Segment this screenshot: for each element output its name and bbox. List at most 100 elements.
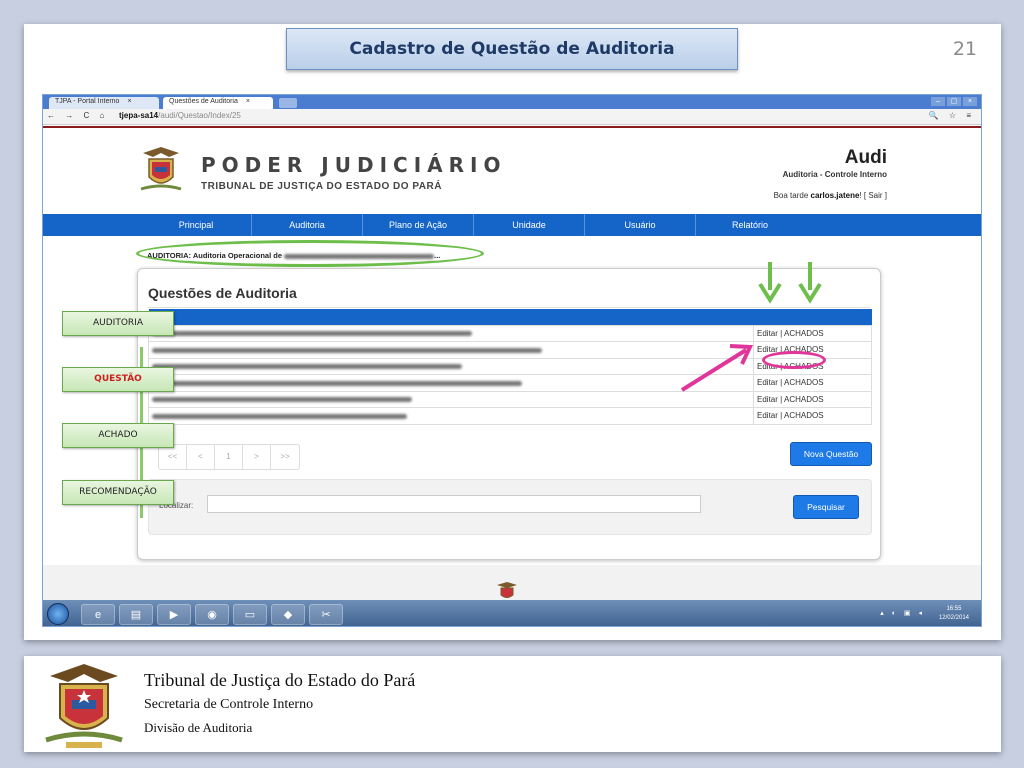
pagination: << < 1 > >>: [158, 444, 300, 470]
user-name: carlos.jatene: [810, 191, 860, 200]
ie-icon[interactable]: e: [81, 604, 115, 625]
step-recomendacao: RECOMENDAÇÃO: [62, 480, 174, 505]
redacted-text: [152, 331, 472, 337]
new-tab-button[interactable]: [279, 98, 297, 108]
menu-item-usuario[interactable]: Usuário: [585, 214, 696, 236]
pointer-arrow-icon: [680, 344, 754, 392]
table-row: Editar | ACHADOS: [148, 390, 872, 408]
tab-bar: TJPA - Portal Interno × Questões de Audit…: [43, 95, 981, 109]
search-input[interactable]: [207, 495, 701, 513]
table-header-cell: [148, 309, 754, 325]
tab-label: Questões de Auditoria: [169, 98, 238, 105]
page-prev-button[interactable]: <: [187, 445, 215, 469]
question-text: [148, 374, 754, 392]
minimize-button[interactable]: –: [931, 97, 945, 106]
table-row: Editar | ACHADOS: [148, 324, 872, 342]
question-text: [148, 324, 754, 342]
redacted-text: [152, 380, 522, 386]
redacted-text: [152, 364, 462, 370]
org-subtitle: TRIBUNAL DE JUSTIÇA DO ESTADO DO PARÁ: [201, 181, 442, 192]
question-text: [148, 390, 754, 408]
address-bar: ← → C ⌂ tjepa-sa14/audi/Questao/Index/25…: [43, 109, 981, 125]
question-text: [148, 357, 754, 375]
highlight-oval-edit: [762, 351, 826, 369]
step-questao: QUESTÃO: [62, 367, 174, 392]
table-row: Editar | ACHADOS: [148, 374, 872, 392]
row-actions[interactable]: Editar | ACHADOS: [753, 374, 872, 392]
banner-court-name: Tribunal de Justiça do Estado do Pará: [144, 670, 416, 690]
row-actions[interactable]: Editar | ACHADOS: [753, 407, 872, 425]
clock-date: 12/02/2014: [938, 615, 969, 621]
close-icon[interactable]: ×: [127, 98, 131, 105]
questions-table: Editar | ACHADOS Editar | ACHADOS Editar…: [148, 309, 872, 425]
logout-link[interactable]: ! [ Sair ]: [859, 191, 887, 200]
question-text: [148, 341, 754, 359]
question-text: [148, 407, 754, 425]
main-menu: Principal Auditoria Plano de Ação Unidad…: [43, 214, 981, 236]
folder-icon[interactable]: ▭: [233, 604, 267, 625]
user-greeting: Boa tarde carlos.jatene! [ Sair ]: [774, 191, 887, 200]
browser-tools[interactable]: 🔍 ☆ ≡: [929, 111, 975, 120]
org-title: PODER JUDICIÁRIO: [201, 153, 507, 177]
table-row: Editar | ACHADOS: [148, 407, 872, 425]
tab-portal[interactable]: TJPA - Portal Interno ×: [49, 97, 159, 109]
new-question-button[interactable]: Nova Questão: [790, 442, 872, 466]
crest-icon: [140, 147, 182, 191]
row-actions[interactable]: Editar | ACHADOS: [753, 324, 872, 342]
table-row: Editar | ACHADOS: [148, 341, 872, 359]
redacted-text: [152, 347, 542, 353]
search-area: Localizar: Pesquisar: [148, 479, 872, 535]
page-next-button[interactable]: >: [243, 445, 271, 469]
banner-department: Secretaria de Controle Interno: [144, 697, 314, 712]
table-header: [148, 309, 872, 325]
start-button[interactable]: [47, 603, 69, 625]
table-header-cell: [753, 309, 872, 325]
page-first-button[interactable]: <<: [159, 445, 187, 469]
window-controls: – ▢ ×: [929, 97, 977, 106]
slide-title: Cadastro de Questão de Auditoria: [286, 28, 738, 70]
slide-number: 21: [952, 38, 977, 60]
url-path: /audi/Questao/Index/25: [158, 111, 241, 120]
questions-panel: Questões de Auditoria Editar | ACHADOS E…: [137, 268, 881, 560]
nav-buttons[interactable]: ← → C ⌂: [47, 111, 108, 120]
greeting-text: Boa tarde: [773, 191, 811, 200]
media-player-icon[interactable]: ▶: [157, 604, 191, 625]
tab-label: TJPA - Portal Interno: [55, 98, 120, 105]
menu-item-unidade[interactable]: Unidade: [474, 214, 585, 236]
app-icon[interactable]: ◆: [271, 604, 305, 625]
search-button[interactable]: Pesquisar: [793, 495, 859, 519]
footer-banner: Tribunal de Justiça do Estado do Pará Se…: [24, 656, 1001, 752]
chrome-icon[interactable]: ◉: [195, 604, 229, 625]
menu-item-plano[interactable]: Plano de Ação: [363, 214, 474, 236]
app-description: Auditoria - Controle Interno: [782, 170, 887, 179]
close-window-button[interactable]: ×: [963, 97, 977, 106]
system-tray[interactable]: ▴ ◐ ▣ ◂: [880, 609, 925, 617]
panel-title: Questões de Auditoria: [148, 285, 297, 301]
os-taskbar: e ▤ ▶ ◉ ▭ ◆ ✂ ▴ ◐ ▣ ◂ 16:55 12/02/2014: [43, 600, 981, 626]
page-number[interactable]: 1: [215, 445, 243, 469]
maximize-button[interactable]: ▢: [947, 97, 961, 106]
tjpa-crest-icon: [45, 664, 123, 748]
app-name: Audi: [844, 147, 887, 168]
taskbar-clock[interactable]: 16:55 12/02/2014: [939, 605, 969, 623]
redacted-text: [152, 413, 407, 419]
header-divider: [43, 126, 981, 128]
step-achado: ACHADO: [62, 423, 174, 448]
browser-window: TJPA - Portal Interno × Questões de Audit…: [42, 94, 982, 627]
down-arrows-icon: [758, 262, 822, 304]
redacted-text: [152, 397, 412, 403]
url-field[interactable]: tjepa-sa14/audi/Questao/Index/25: [119, 111, 241, 120]
row-actions[interactable]: Editar | ACHADOS: [753, 390, 872, 408]
explorer-icon[interactable]: ▤: [119, 604, 153, 625]
page-last-button[interactable]: >>: [271, 445, 299, 469]
tab-questoes[interactable]: Questões de Auditoria ×: [163, 97, 273, 109]
menu-item-relatorio[interactable]: Relatório: [696, 214, 807, 236]
slide: Cadastro de Questão de Auditoria 21 TJPA…: [24, 24, 1001, 640]
menu-item-auditoria[interactable]: Auditoria: [252, 214, 363, 236]
close-icon[interactable]: ×: [246, 98, 250, 105]
clock-time: 16:55: [946, 606, 962, 612]
snipping-icon[interactable]: ✂: [309, 604, 343, 625]
panel-divider: [148, 307, 870, 308]
menu-item-principal[interactable]: Principal: [141, 214, 252, 236]
highlight-oval-audit: [136, 240, 484, 267]
